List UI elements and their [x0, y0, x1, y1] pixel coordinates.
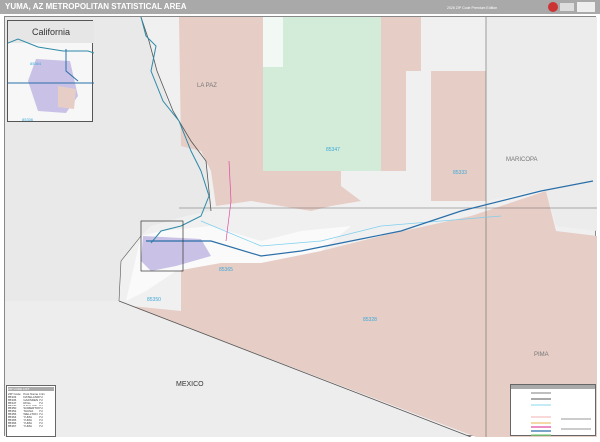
zip-label: 85350	[147, 297, 161, 303]
zip-label: 85365	[219, 267, 233, 273]
zip-code-list: ZIP CODE LIST ZIP Code Post Name Cnty 8533…	[6, 385, 56, 437]
table-cell: YU	[38, 423, 43, 427]
label-mexico: MEXICO	[176, 381, 204, 388]
label-california: California	[32, 27, 70, 37]
table-row: 85367 YUMA YU	[8, 424, 54, 427]
zip-label: 85333	[453, 170, 467, 176]
table-cell: YUMA	[23, 423, 32, 427]
zip-label: 85328	[363, 317, 377, 323]
map-title: YUMA, AZ METROPOLITAN STATISTICAL AREA	[5, 2, 187, 11]
title-bar: YUMA, AZ METROPOLITAN STATISTICAL AREA 2…	[0, 0, 600, 14]
label-pima: PIMA	[534, 352, 549, 358]
zip-label: 85347	[326, 147, 340, 153]
market-maps-logo	[548, 2, 595, 12]
label-la-paz: LA PAZ	[197, 83, 217, 89]
table-cell: 85367	[8, 423, 17, 427]
label-maricopa: MARICOPA	[506, 157, 538, 163]
map-legend: LEGEND	[510, 384, 596, 436]
inset-map[interactable]: California 85336 85364	[7, 20, 95, 122]
edition-label: 2026 ZIP Code Premium Edition	[447, 6, 498, 10]
zip-label: 85336	[22, 117, 34, 122]
zip-label: 85364	[30, 61, 42, 66]
zip-list-title: ZIP CODE LIST	[8, 387, 54, 391]
